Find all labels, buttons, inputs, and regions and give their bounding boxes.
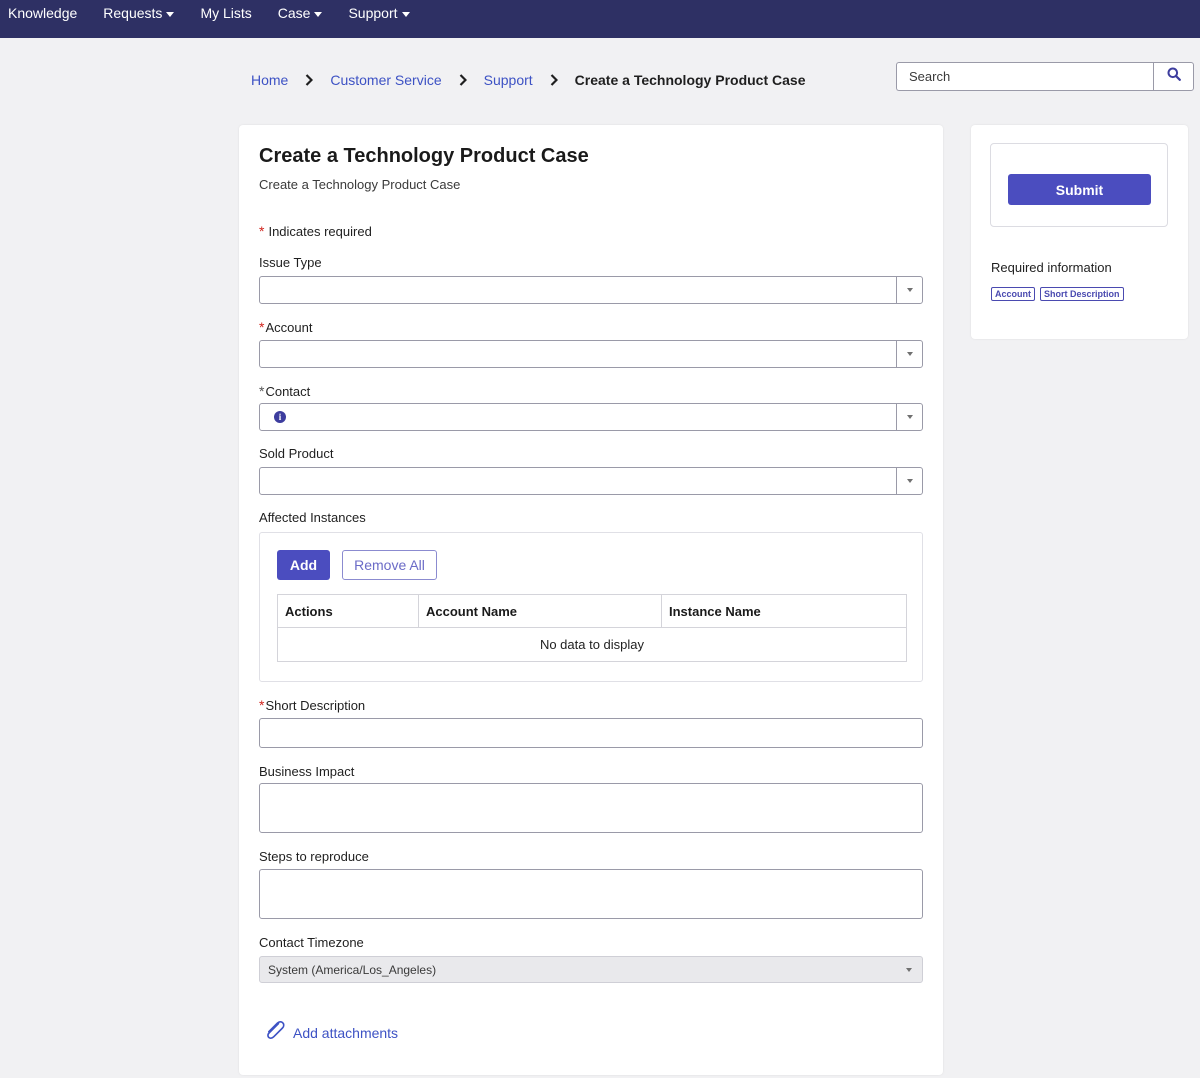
- required-note: * Indicates required: [259, 223, 372, 239]
- required-star: *: [259, 223, 265, 239]
- caret-down-icon: [401, 11, 410, 17]
- info-icon[interactable]: i: [274, 411, 286, 423]
- breadcrumb-home[interactable]: Home: [251, 72, 288, 88]
- contact-label-text: Contact: [265, 384, 311, 399]
- nav-knowledge-label: Knowledge: [8, 5, 78, 21]
- caret-down-icon: [906, 415, 913, 419]
- page-subtitle: Create a Technology Product Case: [259, 177, 461, 192]
- required-star: *: [259, 319, 265, 335]
- required-note-text: Indicates required: [268, 224, 372, 239]
- issue-type-select[interactable]: [259, 276, 923, 304]
- caret-down-icon: [906, 968, 912, 972]
- contact-select[interactable]: i: [259, 403, 923, 431]
- required-star: *: [259, 697, 265, 713]
- steps-to-reproduce-label: Steps to reproduce: [259, 849, 369, 864]
- short-description-label: *Short Description: [259, 697, 365, 713]
- chevron-right-icon: [458, 73, 468, 87]
- contact-timezone-value: System (America/Los_Angeles): [268, 963, 437, 977]
- breadcrumb-current: Create a Technology Product Case: [574, 72, 806, 88]
- submit-button[interactable]: Submit: [1008, 174, 1151, 205]
- account-label-text: Account: [265, 320, 313, 335]
- case-form-card: Create a Technology Product Case Create …: [239, 125, 943, 1075]
- add-attachments-link[interactable]: Add attachments: [263, 1019, 398, 1046]
- required-tags: Account Short Description: [991, 287, 1129, 301]
- sold-product-select[interactable]: [259, 467, 923, 495]
- caret-down-icon: [906, 288, 913, 292]
- required-information-title: Required information: [991, 260, 1112, 275]
- account-select[interactable]: [259, 340, 923, 368]
- short-description-label-text: Short Description: [265, 698, 366, 713]
- contact-label: *Contact: [259, 383, 310, 399]
- breadcrumb: Home Customer Service Support Create a T…: [251, 72, 805, 88]
- required-star: *: [259, 383, 265, 399]
- caret-down-icon: [906, 479, 913, 483]
- add-instance-button[interactable]: Add: [277, 550, 330, 580]
- instances-table: Actions Account Name Instance Name No da…: [277, 594, 907, 662]
- nav-case[interactable]: Case: [278, 5, 323, 21]
- caret-down-icon: [906, 352, 913, 356]
- required-tag-account[interactable]: Account: [991, 287, 1035, 301]
- paperclip-icon: [263, 1019, 287, 1046]
- business-impact-textarea[interactable]: [259, 783, 923, 833]
- breadcrumb-customer-service[interactable]: Customer Service: [330, 72, 441, 88]
- issue-type-label: Issue Type: [259, 255, 322, 270]
- account-label: *Account: [259, 319, 312, 335]
- dropdown-arrow: [896, 277, 922, 303]
- sold-product-label: Sold Product: [259, 446, 334, 461]
- page-title: Create a Technology Product Case: [259, 145, 589, 167]
- nav-requests-label: Requests: [103, 5, 163, 21]
- contact-timezone-label: Contact Timezone: [259, 935, 364, 950]
- dropdown-arrow: [896, 341, 922, 367]
- column-header-instance-name[interactable]: Instance Name: [661, 594, 907, 628]
- remove-all-button[interactable]: Remove All: [342, 550, 437, 580]
- affected-instances-panel: Add Remove All Actions Account Name Inst…: [259, 532, 923, 682]
- caret-down-icon: [166, 11, 175, 17]
- nav-support[interactable]: Support: [348, 5, 410, 21]
- affected-instances-label: Affected Instances: [259, 510, 366, 525]
- top-nav: Knowledge Requests My Lists Case Support: [0, 0, 1200, 38]
- contact-timezone-select[interactable]: System (America/Los_Angeles): [259, 956, 923, 983]
- nav-my-lists-label: My Lists: [200, 5, 252, 21]
- dropdown-arrow: [896, 468, 922, 494]
- submit-panel: Submit Required information Account Shor…: [971, 125, 1188, 339]
- nav-support-label: Support: [348, 5, 398, 21]
- breadcrumb-support[interactable]: Support: [484, 72, 533, 88]
- search-input[interactable]: [896, 62, 1153, 91]
- search-bar: [896, 62, 1194, 91]
- nav-knowledge[interactable]: Knowledge: [8, 5, 77, 21]
- empty-table-message: No data to display: [277, 627, 907, 662]
- chevron-right-icon: [549, 73, 559, 87]
- dropdown-arrow: [896, 404, 922, 430]
- chevron-right-icon: [304, 73, 314, 87]
- caret-down-icon: [314, 11, 323, 17]
- column-header-account-name[interactable]: Account Name: [418, 594, 662, 628]
- steps-to-reproduce-textarea[interactable]: [259, 869, 923, 919]
- business-impact-label: Business Impact: [259, 764, 355, 779]
- required-tag-short-description[interactable]: Short Description: [1040, 287, 1124, 301]
- submit-box: Submit: [990, 143, 1168, 227]
- table-row: No data to display: [277, 627, 907, 662]
- table-header-row: Actions Account Name Instance Name: [277, 594, 907, 628]
- nav-case-label: Case: [277, 5, 311, 21]
- search-button[interactable]: [1153, 62, 1194, 91]
- nav-my-lists[interactable]: My Lists: [200, 5, 251, 21]
- column-header-actions[interactable]: Actions: [277, 594, 419, 628]
- short-description-input[interactable]: [259, 718, 923, 748]
- search-icon: [1167, 67, 1181, 86]
- add-attachments-label: Add attachments: [293, 1024, 399, 1041]
- nav-requests[interactable]: Requests: [103, 5, 175, 21]
